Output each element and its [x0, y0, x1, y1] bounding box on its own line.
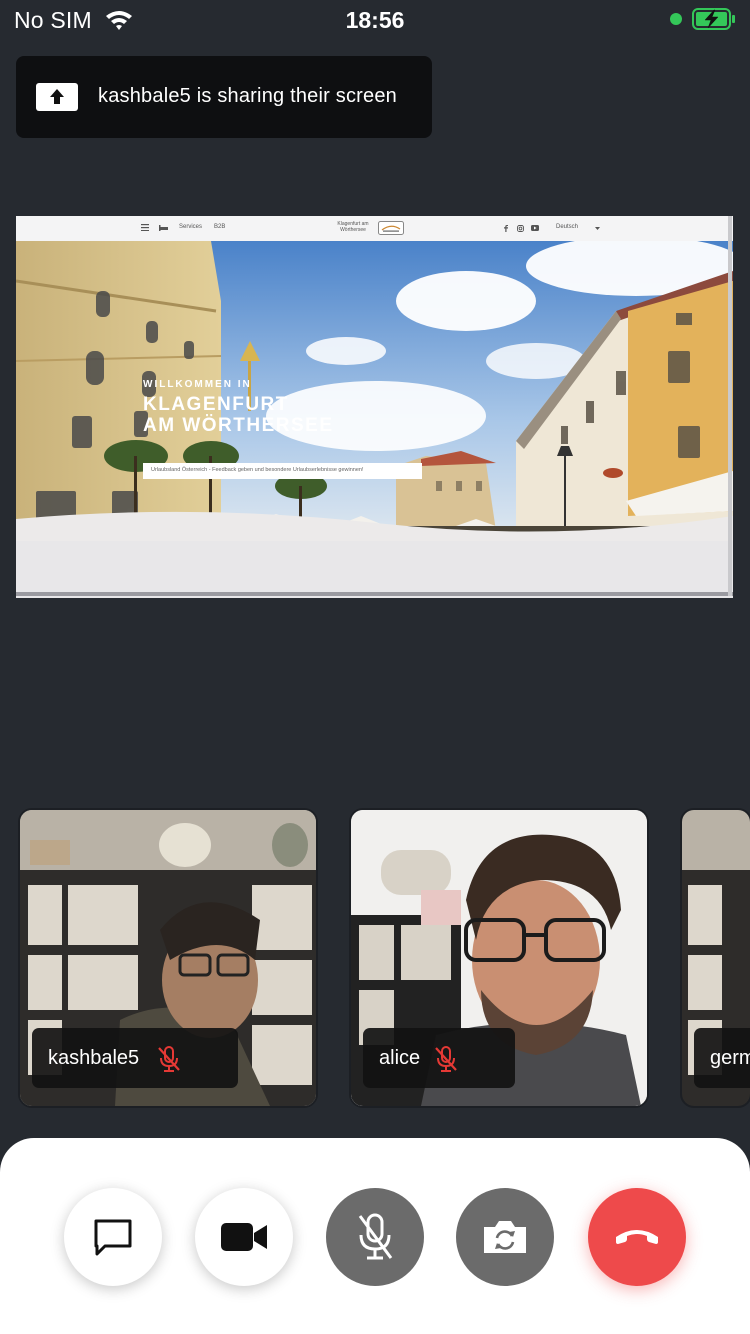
camera-toggle-button[interactable]: [195, 1188, 293, 1286]
video-camera-icon: [221, 1223, 267, 1251]
mute-button[interactable]: [326, 1188, 424, 1286]
website-nav-item: Services: [179, 224, 203, 230]
website-content-area: [16, 541, 733, 598]
participant-tile[interactable]: kashbale5: [18, 808, 318, 1108]
language-selector: Deutsch: [556, 224, 579, 230]
mic-off-icon: [158, 1046, 180, 1072]
participant-label: germ: [694, 1028, 750, 1088]
upload-arrow-icon: [36, 83, 78, 111]
hero-banner-text: Urlaubsland Österreich - Feedback geben …: [151, 467, 364, 473]
website-nav-bar: Services B2B Klagenfurt am Wörthersee De…: [16, 216, 733, 242]
mic-off-icon: [435, 1046, 457, 1072]
call-controls-panel: [0, 1138, 750, 1334]
participant-name: kashbale5: [48, 1047, 140, 1069]
screen-share-message: kashbale5 is sharing their screen: [98, 85, 397, 107]
chat-bubble-icon: [94, 1219, 132, 1256]
screen-share-banner: kashbale5 is sharing their screen: [16, 56, 432, 138]
website-logo-text: Klagenfurt am Wörthersee: [337, 221, 369, 233]
participant-label: kashbale5: [32, 1028, 238, 1088]
facebook-icon: [504, 225, 508, 232]
status-bar: No SIM 18:56: [0, 0, 750, 40]
participant-tile[interactable]: germ: [680, 808, 750, 1108]
mic-off-icon: [358, 1213, 393, 1260]
city-square-illustration: [16, 241, 733, 541]
participant-tile[interactable]: alice: [349, 808, 649, 1108]
bed-icon: [159, 225, 168, 231]
participant-label: alice: [363, 1028, 515, 1088]
website-scroll-track: [16, 592, 733, 596]
website-nav-item: B2B: [214, 224, 226, 230]
chevron-down-icon: [595, 227, 600, 230]
phone-hangup-icon: [616, 1230, 658, 1244]
website-hero-image: WILLKOMMEN IN KLAGENFURT AM WÖRTHERSEE U…: [16, 241, 733, 541]
battery-charging-icon: [692, 8, 735, 30]
clock: 18:56: [345, 7, 405, 33]
hero-title-line-2: AM WÖRTHERSEE: [143, 415, 334, 436]
participant-name: germ: [710, 1047, 750, 1069]
camera-switch-icon: [484, 1221, 526, 1253]
camera-in-use-indicator: [670, 13, 682, 25]
hero-headline: WILLKOMMEN IN KLAGENFURT AM WÖRTHERSEE: [143, 379, 334, 436]
flip-camera-button[interactable]: [456, 1188, 554, 1286]
shared-screen-view[interactable]: Services B2B Klagenfurt am Wörthersee De…: [16, 216, 733, 598]
chat-button[interactable]: [64, 1188, 162, 1286]
instagram-icon: [517, 225, 524, 232]
participant-name: alice: [379, 1047, 421, 1069]
hamburger-icon: [141, 224, 149, 231]
website-scrollbar[interactable]: [728, 216, 732, 596]
hero-pre-title: WILLKOMMEN IN: [143, 379, 252, 390]
hero-title-line-1: KLAGENFURT: [143, 394, 289, 415]
hero-banner: Urlaubsland Österreich - Feedback geben …: [143, 463, 422, 479]
end-call-button[interactable]: [588, 1188, 686, 1286]
youtube-icon: [531, 225, 539, 231]
website-logo-icon: [378, 221, 404, 235]
